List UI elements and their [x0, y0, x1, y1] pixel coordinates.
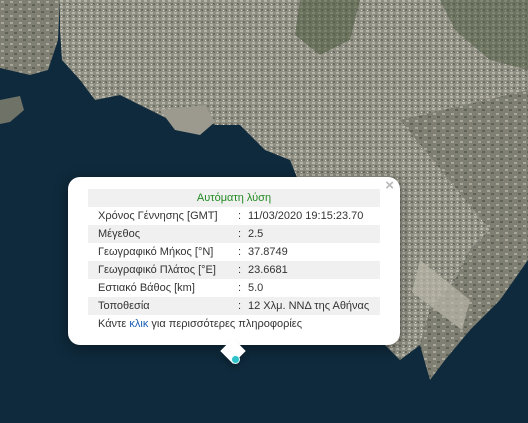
- info-table: Αυτόματη λύση Χρόνος Γέννησης [GMT] : 11…: [88, 189, 380, 333]
- table-row: Μέγεθος : 2.5: [88, 225, 380, 243]
- table-row: Κάντε κλικ για περισσότερες πληροφορίες: [88, 315, 380, 333]
- table-row: Γεωγραφικό Πλάτος [°E] : 23.6681: [88, 261, 380, 279]
- row-value: 5.0: [248, 282, 264, 294]
- earthquake-info-popup: × Αυτόματη λύση Χρόνος Γέννησης [GMT] : …: [68, 177, 400, 345]
- row-value: 37.8749: [248, 246, 288, 258]
- more-info-link[interactable]: κλικ: [129, 318, 148, 330]
- separator: :: [238, 261, 246, 279]
- table-row: Εστιακό Βάθος [km] : 5.0: [88, 279, 380, 297]
- row-label: Μέγεθος: [88, 225, 238, 243]
- row-value: 2.5: [246, 225, 380, 243]
- separator: :: [238, 246, 242, 258]
- row-label: Εστιακό Βάθος [km]: [98, 282, 195, 294]
- row-value: 23.6681: [246, 261, 380, 279]
- more-prefix: Κάντε: [98, 318, 127, 330]
- table-row: Τοποθεσία : 12 Χλμ. ΝΝΔ της Αθήνας: [88, 297, 380, 315]
- row-label: Γεωγραφικό Πλάτος [°E]: [88, 261, 238, 279]
- table-row: Γεωγραφικό Μήκος [°N] : 37.8749: [88, 243, 380, 261]
- table-row: Χρόνος Γέννησης [GMT] : 11/03/2020 19:15…: [88, 207, 380, 225]
- row-label: Γεωγραφικό Μήκος [°N]: [98, 246, 214, 258]
- row-value: 12 Χλμ. ΝΝΔ της Αθήνας: [246, 297, 380, 315]
- row-label: Τοποθεσία: [88, 297, 238, 315]
- separator: :: [238, 297, 246, 315]
- separator: :: [238, 210, 242, 222]
- separator: :: [238, 282, 242, 294]
- row-label: Χρόνος Γέννησης [GMT]: [98, 210, 218, 222]
- popup-title: Αυτόματη λύση: [88, 189, 380, 207]
- more-info-text: Κάντε κλικ για περισσότερες πληροφορίες: [88, 315, 380, 333]
- close-icon[interactable]: ×: [385, 178, 394, 194]
- epicenter-marker-icon[interactable]: [231, 355, 240, 364]
- separator: :: [238, 225, 246, 243]
- row-value: 11/03/2020 19:15:23.70: [248, 210, 364, 222]
- table-row: Αυτόματη λύση: [88, 189, 380, 207]
- more-suffix: για περισσότερες πληροφορίες: [151, 318, 302, 330]
